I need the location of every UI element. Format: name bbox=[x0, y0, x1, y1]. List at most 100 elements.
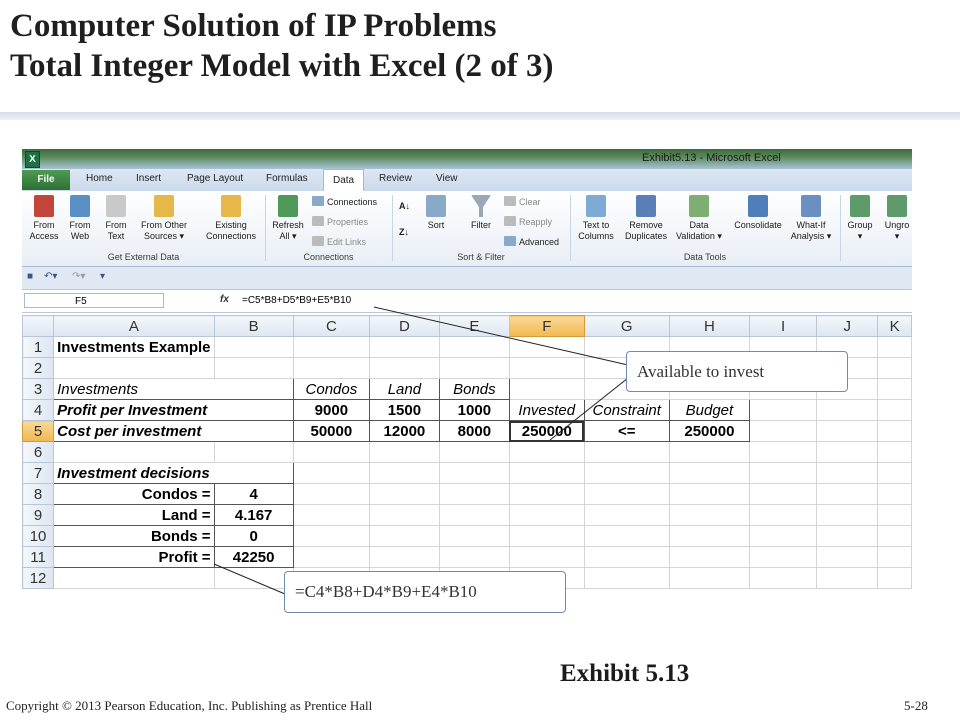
cell[interactable] bbox=[668, 525, 750, 547]
cell[interactable] bbox=[748, 567, 818, 589]
cell-b8[interactable]: 4 bbox=[213, 483, 294, 505]
cell[interactable] bbox=[583, 483, 670, 505]
cell-b9[interactable]: 4.167 bbox=[213, 504, 294, 526]
row-header[interactable]: 10 bbox=[22, 525, 55, 547]
cell-c5[interactable]: 50000 bbox=[292, 420, 370, 442]
refresh-all-button[interactable]: Refresh All ▾ bbox=[269, 195, 307, 242]
column-header[interactable]: E bbox=[438, 315, 510, 337]
column-header[interactable]: I bbox=[748, 315, 818, 337]
row-header[interactable]: 2 bbox=[22, 357, 55, 379]
cell[interactable] bbox=[368, 336, 440, 358]
cell[interactable] bbox=[668, 441, 750, 463]
cell[interactable] bbox=[53, 357, 215, 379]
cell[interactable] bbox=[816, 546, 879, 568]
cell-a4[interactable]: Profit per Investment bbox=[53, 399, 294, 421]
cell-f5-selected[interactable]: 250000 bbox=[508, 420, 585, 442]
cell[interactable] bbox=[438, 441, 510, 463]
cell[interactable] bbox=[583, 567, 670, 589]
cell[interactable] bbox=[213, 336, 294, 358]
cell-h5[interactable]: 250000 bbox=[668, 420, 750, 442]
cell[interactable] bbox=[368, 546, 440, 568]
row-header[interactable]: 11 bbox=[22, 546, 55, 568]
save-icon[interactable]: ■ bbox=[27, 271, 33, 282]
row-header-selected[interactable]: 5 bbox=[22, 420, 55, 442]
cell[interactable] bbox=[583, 546, 670, 568]
cell[interactable] bbox=[748, 504, 818, 526]
cell[interactable] bbox=[508, 441, 585, 463]
cell-h4[interactable]: Budget bbox=[668, 399, 750, 421]
fx-icon[interactable]: fx bbox=[220, 294, 229, 305]
cell[interactable] bbox=[816, 525, 879, 547]
cell[interactable] bbox=[816, 483, 879, 505]
cell[interactable] bbox=[438, 546, 510, 568]
cell-e4[interactable]: 1000 bbox=[438, 399, 510, 421]
cell[interactable] bbox=[816, 420, 879, 442]
edit-links-button[interactable]: Edit Links bbox=[312, 236, 366, 247]
cell[interactable] bbox=[292, 504, 370, 526]
cell-a5[interactable]: Cost per investment bbox=[53, 420, 294, 442]
cell[interactable] bbox=[508, 525, 585, 547]
cell[interactable] bbox=[438, 525, 510, 547]
row-header[interactable]: 6 bbox=[22, 441, 55, 463]
cell[interactable] bbox=[508, 462, 585, 484]
cell[interactable] bbox=[508, 357, 585, 379]
cell[interactable] bbox=[508, 378, 585, 400]
data-validation-button[interactable]: Data Validation ▾ bbox=[672, 195, 726, 242]
row-header[interactable]: 4 bbox=[22, 399, 55, 421]
cell-d4[interactable]: 1500 bbox=[368, 399, 440, 421]
what-if-analysis-button[interactable]: What-If Analysis ▾ bbox=[788, 195, 834, 242]
cell[interactable] bbox=[438, 504, 510, 526]
cell[interactable] bbox=[748, 441, 818, 463]
name-box[interactable]: F5 bbox=[24, 293, 164, 308]
column-header[interactable]: J bbox=[816, 315, 879, 337]
row-header[interactable]: 3 bbox=[22, 378, 55, 400]
cell[interactable] bbox=[53, 567, 215, 589]
cell[interactable] bbox=[816, 441, 879, 463]
cell[interactable] bbox=[438, 357, 510, 379]
cell[interactable] bbox=[877, 336, 912, 358]
cell[interactable] bbox=[292, 546, 370, 568]
cell[interactable] bbox=[816, 462, 879, 484]
cell[interactable] bbox=[668, 546, 750, 568]
from-text-button[interactable]: From Text bbox=[100, 195, 132, 242]
cell-a1[interactable]: Investments Example bbox=[53, 336, 215, 358]
cell[interactable] bbox=[438, 336, 510, 358]
column-header[interactable]: C bbox=[292, 315, 370, 337]
cell-d3[interactable]: Land bbox=[368, 378, 440, 400]
remove-duplicates-button[interactable]: Remove Duplicates bbox=[622, 195, 670, 242]
cell-f4[interactable]: Invested bbox=[508, 399, 585, 421]
column-header[interactable]: K bbox=[877, 315, 912, 337]
cell[interactable] bbox=[292, 525, 370, 547]
cell[interactable] bbox=[438, 462, 510, 484]
tab-review[interactable]: Review bbox=[379, 173, 412, 184]
cell[interactable] bbox=[292, 483, 370, 505]
cell-a11[interactable]: Profit = bbox=[53, 546, 215, 568]
cell[interactable] bbox=[213, 567, 294, 589]
sort-button[interactable]: Sort bbox=[422, 195, 450, 231]
cell[interactable] bbox=[583, 525, 670, 547]
cell[interactable] bbox=[292, 441, 370, 463]
cell[interactable] bbox=[368, 462, 440, 484]
cell[interactable] bbox=[583, 462, 670, 484]
cell[interactable] bbox=[877, 462, 912, 484]
cell[interactable] bbox=[748, 483, 818, 505]
undo-icon[interactable]: ↶▾ bbox=[44, 271, 57, 282]
cell[interactable] bbox=[583, 504, 670, 526]
from-web-button[interactable]: From Web bbox=[64, 195, 96, 242]
row-header[interactable]: 12 bbox=[22, 567, 55, 589]
cell-b10[interactable]: 0 bbox=[213, 525, 294, 547]
cell-g5[interactable]: <= bbox=[583, 420, 670, 442]
from-access-button[interactable]: From Access bbox=[26, 195, 62, 242]
cell-b11[interactable]: 42250 bbox=[213, 546, 294, 568]
customize-toolbar-icon[interactable]: ▾ bbox=[100, 271, 105, 282]
tab-page-layout[interactable]: Page Layout bbox=[187, 173, 243, 184]
cell[interactable] bbox=[877, 357, 912, 379]
cell-g4[interactable]: Constraint bbox=[583, 399, 670, 421]
cell[interactable] bbox=[877, 378, 912, 400]
cell[interactable] bbox=[668, 462, 750, 484]
cell[interactable] bbox=[508, 546, 585, 568]
cell-a9[interactable]: Land = bbox=[53, 504, 215, 526]
cell-d5[interactable]: 12000 bbox=[368, 420, 440, 442]
cell-a8[interactable]: Condos = bbox=[53, 483, 215, 505]
existing-connections-button[interactable]: Existing Connections bbox=[200, 195, 262, 242]
